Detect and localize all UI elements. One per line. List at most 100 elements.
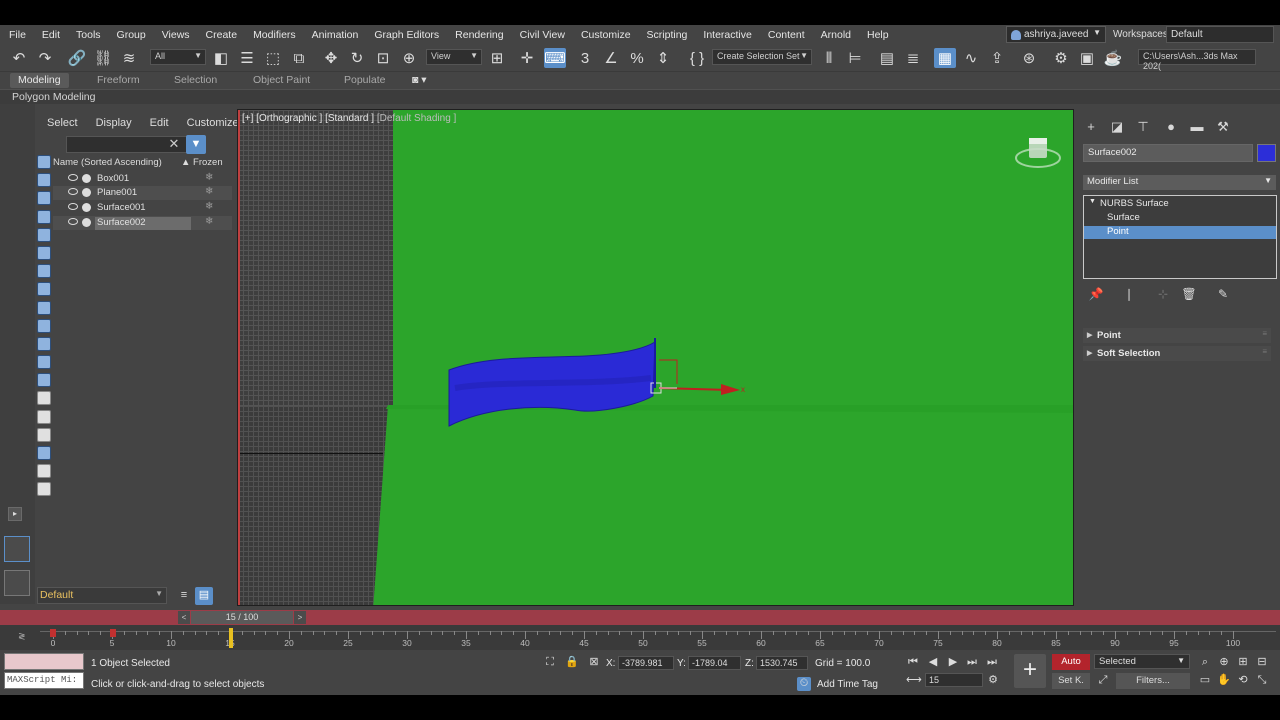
column-name[interactable]: Name (Sorted Ascending) [53,157,162,168]
display-frozen-icon[interactable] [37,373,51,388]
default-in-out-tangents-icon[interactable]: ⤢ [1096,674,1110,688]
render-production-icon[interactable]: ☕ [1102,48,1124,68]
select-place-icon[interactable]: ⊕ [398,48,420,68]
filter-icon[interactable]: ▼ [186,135,206,154]
tab-modeling[interactable]: Modeling [10,73,69,88]
expand-layout-icon[interactable]: ▸ [8,507,22,521]
eye-icon[interactable] [68,174,78,181]
column-frozen[interactable]: ▲ Frozen [181,157,223,168]
reference-coord-dropdown[interactable]: View ▼ [426,49,482,65]
scene-explorer-toggle-icon[interactable]: ▤ [195,587,213,605]
menu-interactive[interactable]: Interactive [695,29,759,41]
create-tab-icon[interactable]: + [1083,119,1099,135]
viewport-label-shading[interactable]: [Default Shading ] [377,113,457,124]
explorer-menu-edit[interactable]: Edit [138,117,175,129]
rollout-point[interactable]: ▶ Point ≡ [1083,328,1271,343]
make-unique-icon[interactable]: ⊹ [1155,287,1171,303]
display-helpers-icon[interactable] [37,245,51,260]
toggle-scene-explorer-icon[interactable]: ▤ [876,48,898,68]
rectangular-selection-icon[interactable]: ⬚ [262,48,284,68]
menu-civil-view[interactable]: Civil View [512,29,573,41]
menu-file[interactable]: File [0,29,34,41]
viewcube[interactable] [1014,134,1062,172]
time-slider[interactable]: < 15 / 100 > [0,610,1280,625]
time-tag-icon[interactable]: ⏲ [797,677,811,691]
menu-tools[interactable]: Tools [68,29,109,41]
isolate-selection-icon[interactable]: ⛶ [543,656,557,670]
previous-key-icon[interactable]: ◀ [926,656,940,670]
display-xrefs-icon[interactable] [37,300,51,315]
select-by-name-icon[interactable]: ☰ [236,48,258,68]
user-account-dropdown[interactable]: ashriya.javeed ▼ [1006,26,1106,43]
layer-dropdown[interactable]: Default ▼ [37,587,167,604]
viewport-layout-quad[interactable] [4,570,30,596]
render-icon[interactable] [82,188,91,197]
perspective-viewport[interactable]: [+] [Orthographic ] [Standard ] [Default… [237,109,1074,606]
lock-icon[interactable]: 🔒 [565,656,579,670]
current-frame-field[interactable]: 15 [925,673,983,687]
menu-scripting[interactable]: Scripting [639,29,696,41]
track-bar[interactable]: ≷ 05101520253035404550556065707580859095… [0,625,1280,650]
snaps-toggle-icon[interactable]: 3 [574,48,596,68]
keyframe-marker[interactable] [50,629,56,637]
display-shapes-icon[interactable] [37,191,51,206]
modifier-list-dropdown[interactable]: Modifier List ▼ [1083,175,1276,190]
display-geometry-icon[interactable] [37,173,51,188]
list-item[interactable]: Box001 ❄ [53,172,232,186]
object-color-swatch[interactable] [1257,144,1276,162]
tab-populate[interactable]: Populate [336,73,393,88]
tab-selection[interactable]: Selection [166,73,225,88]
y-coordinate-field[interactable]: -1789.04 [688,656,741,670]
go-to-start-icon[interactable]: ⏮ [906,656,920,670]
zoom-all-icon[interactable]: ⊕ [1217,656,1231,670]
menu-content[interactable]: Content [760,29,813,41]
display-all-icon[interactable] [37,391,51,406]
menu-customize[interactable]: Customize [573,29,639,41]
play-icon[interactable]: ▶ [946,656,960,670]
display-bones-icon[interactable] [37,318,51,333]
percent-snap-icon[interactable]: % [626,48,648,68]
delete-icon[interactable]: 🗑 [1181,287,1197,303]
menu-edit[interactable]: Edit [34,29,68,41]
schematic-view-icon[interactable]: ⇪ [986,48,1008,68]
menu-arnold[interactable]: Arnold [813,29,859,41]
edit-named-selection-icon[interactable]: { } [686,48,708,68]
polygon-modeling-label[interactable]: Polygon Modeling [12,91,95,103]
named-selection-set-dropdown[interactable]: Create Selection Set ▼ [712,49,812,65]
snowflake-icon[interactable]: ❄ [205,172,213,183]
spinner-snap-icon[interactable]: ⇕ [652,48,674,68]
display-containers-icon[interactable] [37,336,51,351]
select-rotate-icon[interactable]: ↻ [346,48,368,68]
select-manipulate-icon[interactable]: ✛ [516,48,538,68]
eye-icon[interactable] [68,203,78,210]
container-icon[interactable] [37,482,51,497]
modify-tab-icon[interactable]: ◪ [1109,119,1125,135]
next-key-icon[interactable]: ⏭ [965,656,979,670]
link-icon[interactable]: 🔗 [66,48,88,68]
absolute-mode-icon[interactable]: ⊠ [587,656,601,670]
viewport-layout-single[interactable] [4,536,30,562]
orbit-icon[interactable]: ⟲ [1236,674,1250,688]
display-none-toggle-icon[interactable] [37,409,51,424]
menu-help[interactable]: Help [859,29,897,41]
eye-icon[interactable] [68,218,78,225]
project-folder-dropdown[interactable]: C:\Users\Ash...3ds Max 202( [1138,49,1256,71]
menu-group[interactable]: Group [109,29,154,41]
snowflake-icon[interactable]: ❄ [205,216,213,227]
toggle-layer-explorer-icon[interactable]: ≣ [902,48,924,68]
list-item[interactable]: Surface001 ❄ [53,201,232,215]
collapse-icon[interactable]: ▼ [1089,198,1096,205]
menu-rendering[interactable]: Rendering [447,29,511,41]
layers-icon[interactable]: ≡ [175,587,193,605]
keyframe-marker[interactable] [110,629,116,637]
display-groups-icon[interactable] [37,282,51,297]
previous-frame-icon[interactable]: < [178,611,190,624]
unlink-icon[interactable]: ⛓ [92,48,114,68]
pin-stack-icon[interactable]: 📌 [1088,287,1104,303]
select-move-icon[interactable]: ✥ [320,48,342,68]
toggle-ribbon-icon[interactable]: ▦ [934,48,956,68]
menu-graph-editors[interactable]: Graph Editors [366,29,447,41]
list-item[interactable]: Plane001 ❄ [53,186,232,200]
display-tab-icon[interactable]: ▬ [1189,119,1205,135]
zoom-extents-icon[interactable]: ⊞ [1236,656,1250,670]
